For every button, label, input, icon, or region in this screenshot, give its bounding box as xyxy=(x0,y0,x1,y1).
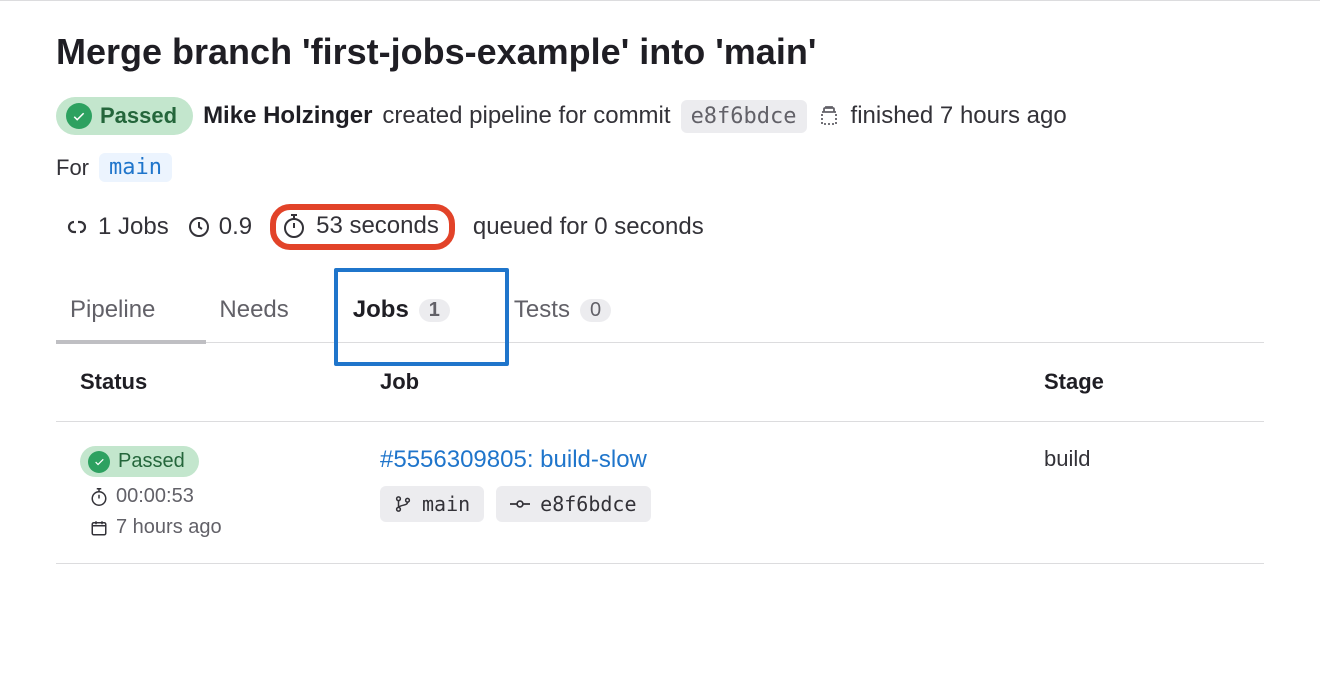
tab-pipeline[interactable]: Pipeline xyxy=(56,286,169,342)
for-row: For main xyxy=(56,153,1264,182)
for-label: For xyxy=(56,155,89,181)
status-cell: Passed 00:00:53 7 hours ago xyxy=(80,446,380,539)
status-badge: Passed xyxy=(56,97,193,135)
calendar-icon xyxy=(90,519,108,537)
tab-jobs[interactable]: Jobs 1 xyxy=(339,286,464,342)
col-header-status: Status xyxy=(80,369,380,395)
table-header: Status Job Stage xyxy=(56,343,1264,422)
row-duration: 00:00:53 xyxy=(90,485,194,508)
check-icon xyxy=(66,103,92,129)
author-name[interactable]: Mike Holzinger xyxy=(203,102,372,130)
row-relative-time: 7 hours ago xyxy=(90,516,222,539)
status-badge-label: Passed xyxy=(100,103,177,129)
col-header-job: Job xyxy=(380,369,1044,395)
created-text: created pipeline for commit xyxy=(382,102,670,130)
score-text: 0.9 xyxy=(219,213,252,241)
stopwatch-icon xyxy=(90,487,108,507)
tab-needs[interactable]: Needs xyxy=(205,286,302,342)
tab-count: 1 xyxy=(419,299,450,322)
branch-chip[interactable]: main xyxy=(99,153,172,182)
tabs: Pipeline Needs Jobs 1 Tests 0 xyxy=(56,286,1264,343)
tab-label: Needs xyxy=(219,296,288,324)
jobs-count: 1 Jobs xyxy=(64,213,169,241)
clipboard-icon[interactable] xyxy=(817,104,841,128)
score-stat: 0.9 xyxy=(187,213,252,241)
row-duration-text: 00:00:53 xyxy=(116,485,194,508)
col-header-stage: Stage xyxy=(1044,369,1244,395)
check-icon xyxy=(88,451,110,473)
duration-text: 53 seconds xyxy=(316,212,439,240)
commit-text: e8f6bdce xyxy=(540,492,636,516)
pipeline-title: Merge branch 'first-jobs-example' into '… xyxy=(56,31,1264,73)
link-icon xyxy=(64,216,90,238)
duration-highlight: 53 seconds xyxy=(270,204,455,250)
tab-label: Pipeline xyxy=(70,296,155,324)
job-chips: main e8f6bdce xyxy=(380,486,651,522)
job-cell: #5556309805: build-slow main xyxy=(380,446,1044,522)
branch-text: main xyxy=(422,492,470,516)
stage-cell: build xyxy=(1044,446,1244,472)
tab-count: 0 xyxy=(580,299,611,322)
pipeline-page: Merge branch 'first-jobs-example' into '… xyxy=(0,0,1320,564)
commit-icon xyxy=(510,498,530,510)
commit-chip[interactable]: e8f6bdce xyxy=(496,486,650,522)
tab-tests[interactable]: Tests 0 xyxy=(500,286,625,342)
job-link[interactable]: #5556309805: build-slow xyxy=(380,446,647,474)
row-status-label: Passed xyxy=(118,450,185,473)
pipeline-meta-row: Passed Mike Holzinger created pipeline f… xyxy=(56,97,1264,135)
branch-chip[interactable]: main xyxy=(380,486,484,522)
tab-label: Jobs xyxy=(353,296,409,324)
row-status-badge: Passed xyxy=(80,446,199,477)
commit-sha[interactable]: e8f6bdce xyxy=(681,100,807,133)
table-row: Passed 00:00:53 7 hours ago xyxy=(56,422,1264,564)
tab-label: Tests xyxy=(514,296,570,324)
jobs-count-text: 1 Jobs xyxy=(98,213,169,241)
stats-row: 1 Jobs 0.9 53 seconds queued for 0 secon… xyxy=(56,204,1264,250)
clock-icon xyxy=(187,215,211,239)
branch-icon xyxy=(394,495,412,513)
stopwatch-icon xyxy=(282,213,306,239)
row-relative-time-text: 7 hours ago xyxy=(116,516,222,539)
queued-text: queued for 0 seconds xyxy=(473,213,704,241)
queued-stat: queued for 0 seconds xyxy=(473,213,704,241)
finished-text: finished 7 hours ago xyxy=(851,102,1067,130)
